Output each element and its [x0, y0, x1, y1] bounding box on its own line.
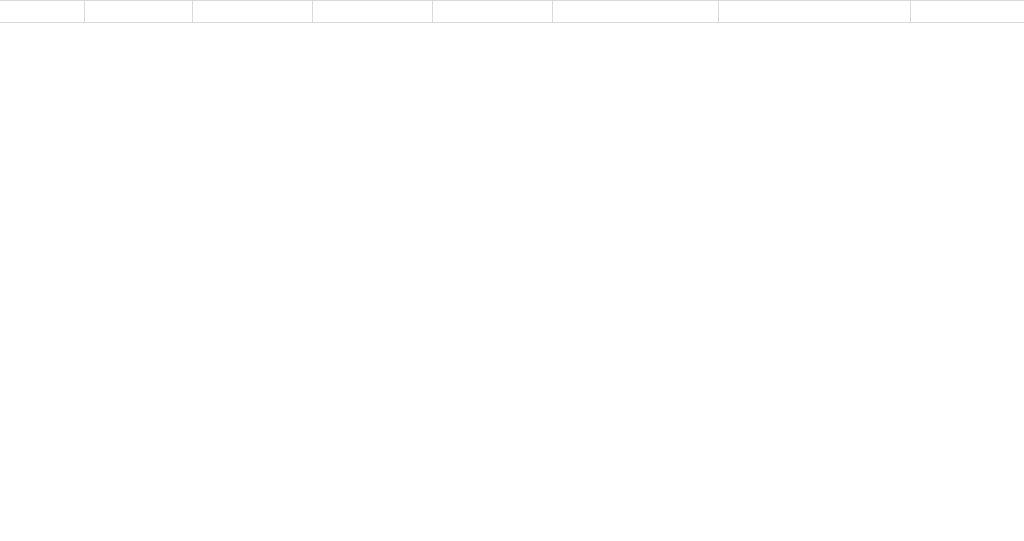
spreadsheet-table	[0, 0, 1024, 23]
column-header[interactable]	[312, 0, 432, 23]
column-header[interactable]	[552, 0, 718, 23]
column-header[interactable]	[84, 0, 192, 23]
column-header[interactable]	[192, 0, 312, 23]
column-header[interactable]	[910, 0, 1024, 23]
column-header[interactable]	[718, 0, 910, 23]
column-header[interactable]	[432, 0, 552, 23]
column-header[interactable]	[0, 0, 84, 23]
